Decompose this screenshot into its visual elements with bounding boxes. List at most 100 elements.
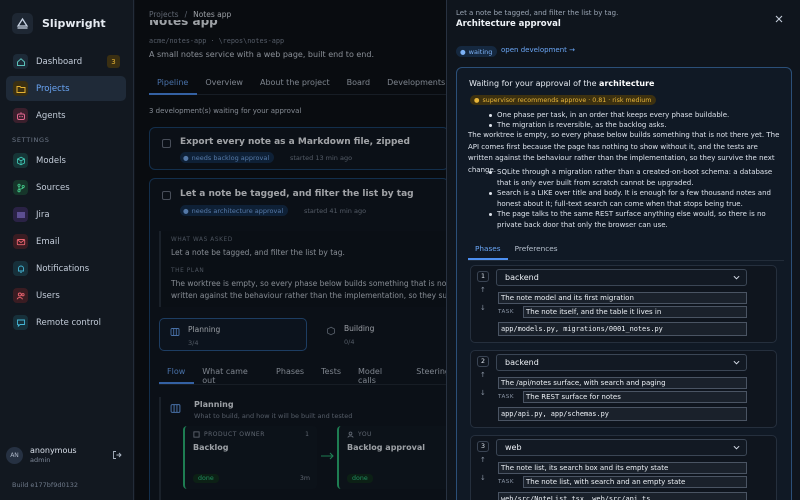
chevron-down-icon (733, 274, 740, 281)
move-down-icon[interactable]: ↓ (480, 304, 486, 312)
phase-title-input[interactable]: The /api/notes surface, with search and … (498, 377, 747, 389)
close-icon[interactable] (772, 12, 786, 26)
sidebar-item-agents[interactable]: Agents (6, 103, 126, 128)
folder-icon (13, 81, 28, 96)
sidebar-item-email[interactable]: Email (6, 229, 126, 254)
files-input[interactable]: web/src/NoteList.tsx, web/src/api.ts (498, 492, 747, 500)
approval-heading-subject: architecture (599, 79, 655, 88)
status-badge: ● waiting (456, 46, 498, 57)
move-down-icon[interactable]: ↓ (480, 474, 486, 482)
sidebar-item-label: Projects (36, 83, 70, 94)
sidebar-item-label: Notifications (36, 263, 90, 274)
sidebar-item-label: Dashboard (36, 56, 83, 67)
task-input[interactable]: The note itself, and the table it lives … (523, 306, 747, 318)
sidebar-item-remote-control[interactable]: Remote control (6, 310, 126, 335)
sidebar-item-label: Models (36, 155, 66, 166)
sidebar-item-label: Users (36, 290, 60, 301)
phase-number: 1 (477, 271, 489, 282)
sidebar-item-users[interactable]: Users (6, 283, 126, 308)
files-input[interactable]: app/models.py, migrations/0001_notes.py (498, 322, 747, 336)
list-item: The page talks to the same REST surface … (489, 209, 787, 230)
bell-icon (13, 261, 28, 276)
move-up-icon[interactable]: ↑ (480, 456, 486, 464)
git-branch-icon (13, 180, 28, 195)
build-id: Build e177bf9d0132 (12, 481, 79, 489)
sidebar-item-jira[interactable]: Jira (6, 202, 126, 227)
home-icon (13, 54, 28, 69)
sidebar-item-label: Email (36, 236, 60, 247)
user-role: admin (30, 456, 51, 464)
panel-tabs: Phases Preferences (468, 241, 784, 261)
bot-icon (13, 108, 28, 123)
user-profile[interactable]: AN anonymous admin (6, 443, 128, 467)
sidebar-item-label: Jira (36, 209, 50, 220)
phase-title-input[interactable]: The note model and its first migration (498, 292, 747, 304)
phase-number: 3 (477, 441, 489, 452)
task-label: TASK (498, 309, 515, 315)
approval-heading-text: Waiting for your approval of the (469, 79, 597, 88)
slipwright-logo-icon (12, 13, 33, 34)
users-icon (13, 288, 28, 303)
task-input[interactable]: The REST surface for notes (523, 391, 747, 403)
move-up-icon[interactable]: ↑ (480, 371, 486, 379)
approval-heading: Waiting for your approval of the archite… (469, 79, 654, 88)
phase-card: 2 ↑ ↓ backend The /api/notes surface, wi… (470, 350, 777, 428)
list-item: One phase per task, in an order that kee… (489, 110, 787, 120)
move-down-icon[interactable]: ↓ (480, 389, 486, 397)
tab-phases[interactable]: Phases (468, 241, 508, 260)
decision-list: SQLite through a migration rather than a… (489, 167, 787, 230)
brand[interactable]: Slipwright (12, 13, 106, 34)
phase-kind-select[interactable]: web (496, 439, 747, 456)
status-badge-label: waiting (468, 47, 493, 56)
dashboard-count-badge: 3 (107, 55, 120, 68)
sidebar-item-projects[interactable]: Projects (6, 76, 126, 101)
phase-kind-value: web (505, 443, 522, 452)
phase-card: 1 ↑ ↓ backend The note model and its fir… (470, 265, 777, 343)
move-up-icon[interactable]: ↑ (480, 286, 486, 294)
task-label: TASK (498, 479, 515, 485)
list-item: The migration is reversible, as the back… (489, 120, 787, 130)
brand-name: Slipwright (42, 17, 106, 30)
list-item: SQLite through a migration rather than a… (489, 167, 787, 188)
phase-kind-select[interactable]: backend (496, 269, 747, 286)
phase-kind-select[interactable]: backend (496, 354, 747, 371)
task-input[interactable]: The note list, with search and an empty … (523, 476, 747, 488)
sidebar-item-label: Sources (36, 182, 70, 193)
phase-kind-value: backend (505, 273, 539, 282)
approval-drawer: Let a note be tagged, and filter the lis… (446, 0, 800, 500)
dot-icon: ● (474, 96, 480, 104)
phase-number: 2 (477, 356, 489, 367)
sidebar: Slipwright Dashboard 3 Projects Agents S… (0, 0, 134, 500)
dot-icon: ● (460, 47, 466, 56)
drawer-title: Architecture approval (456, 19, 561, 29)
tab-preferences[interactable]: Preferences (508, 241, 565, 260)
avatar: AN (6, 446, 23, 464)
sidebar-item-label: Remote control (36, 317, 101, 328)
files-input[interactable]: app/api.py, app/schemas.py (498, 407, 747, 421)
phase-card: 3 ↑ ↓ web The note list, its search box … (470, 435, 777, 500)
sidebar-item-models[interactable]: Models (6, 148, 126, 173)
phase-title-input[interactable]: The note list, its search box and its em… (498, 462, 747, 474)
phase-kind-value: backend (505, 358, 539, 367)
open-development-link[interactable]: open development → (501, 46, 575, 54)
sidebar-item-label: Agents (36, 110, 66, 121)
summary-list: One phase per task, in an order that kee… (489, 110, 787, 130)
sidebar-item-notifications[interactable]: Notifications (6, 256, 126, 281)
cube-icon (13, 153, 28, 168)
chevron-down-icon (733, 359, 740, 366)
logout-icon[interactable] (110, 448, 124, 462)
recommendation-badge: ● supervisor recommends approve · 0.81 ·… (470, 95, 657, 105)
sidebar-item-sources[interactable]: Sources (6, 175, 126, 200)
sidebar-item-dashboard[interactable]: Dashboard 3 (6, 49, 126, 74)
recommendation-text: supervisor recommends approve · 0.81 · r… (482, 96, 652, 104)
settings-section-label: SETTINGS (12, 136, 50, 144)
approval-panel: Waiting for your approval of the archite… (456, 67, 792, 500)
modal-backdrop[interactable] (135, 0, 446, 500)
mail-icon (13, 234, 28, 249)
task-label: TASK (498, 394, 515, 400)
drawer-subtitle: Let a note be tagged, and filter the lis… (456, 9, 619, 17)
user-name: anonymous (30, 446, 77, 455)
list-item: Search is a LIKE over title and body. It… (489, 188, 787, 209)
chevron-down-icon (733, 444, 740, 451)
jira-icon (13, 207, 28, 222)
